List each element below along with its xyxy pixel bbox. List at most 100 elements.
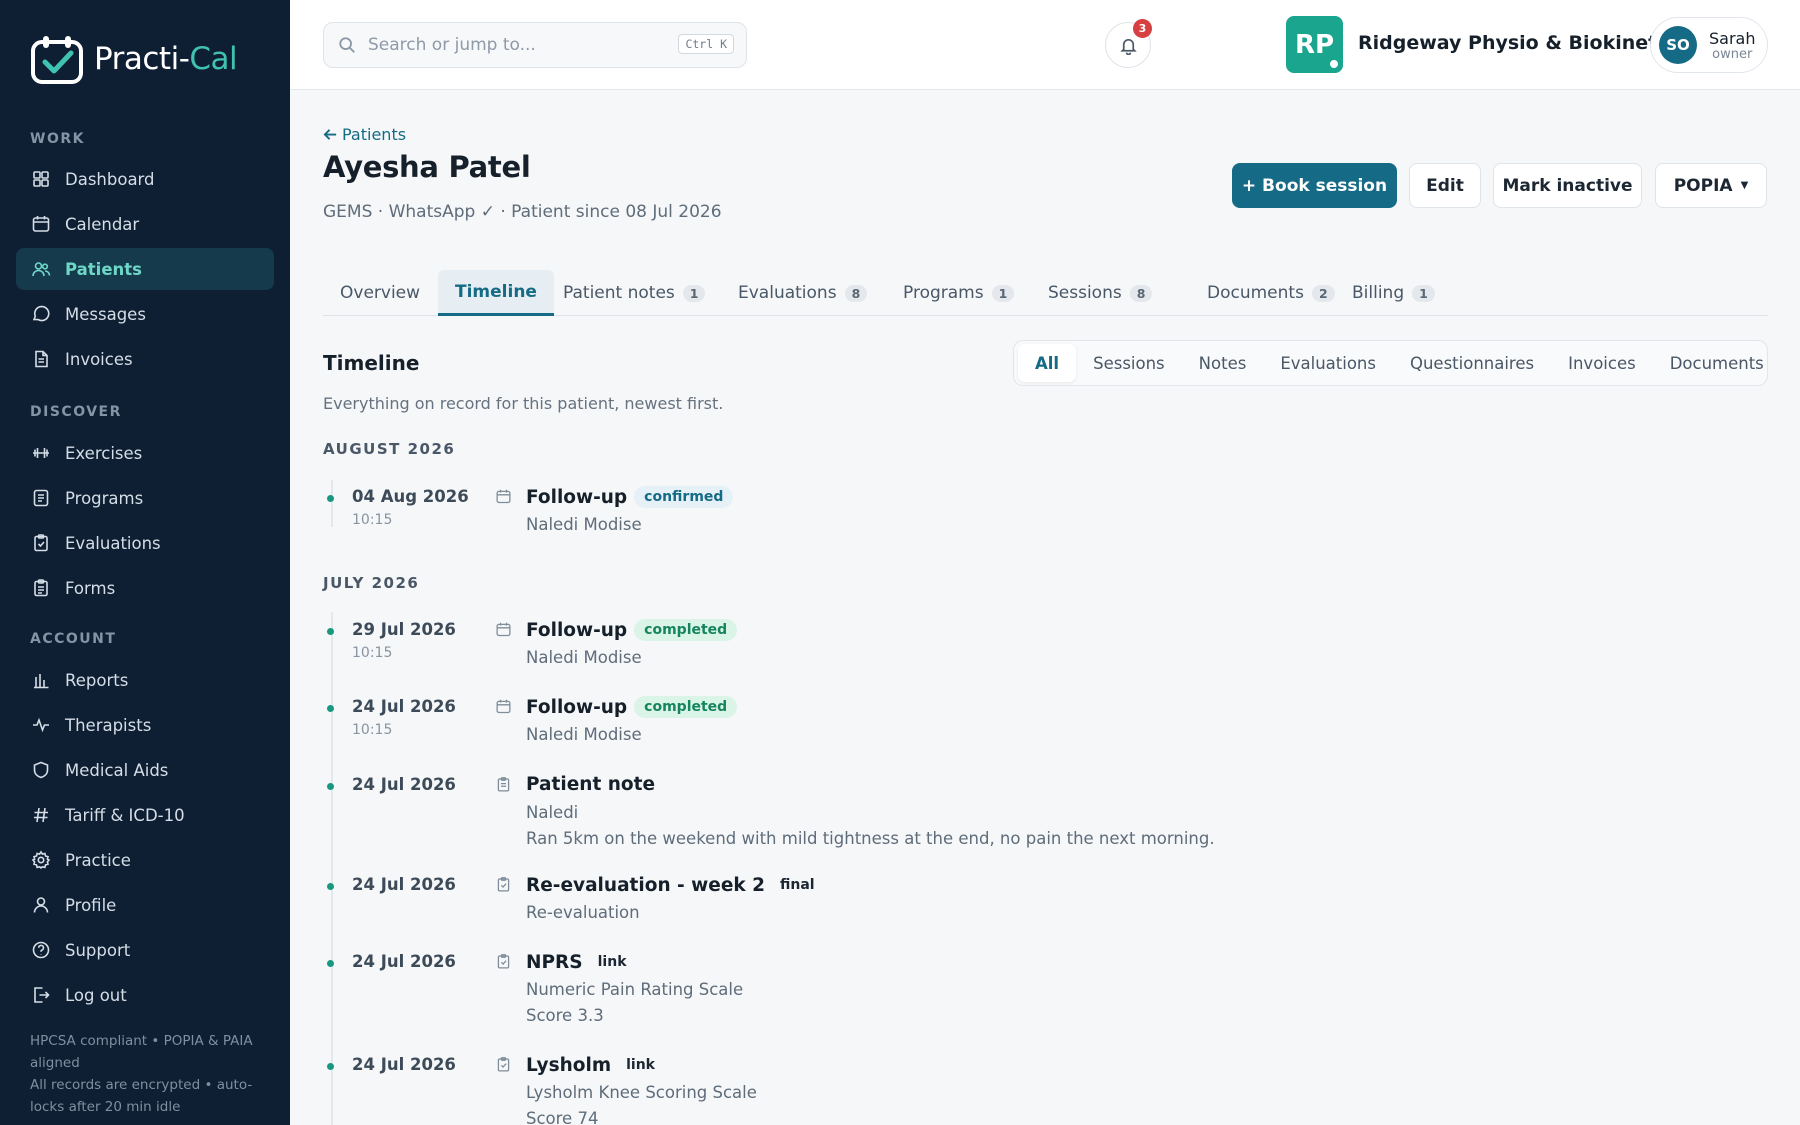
timeline-dot bbox=[327, 495, 334, 502]
calendar-icon bbox=[32, 216, 50, 232]
search-input[interactable] bbox=[368, 35, 668, 55]
entry-title-row: Follow-up confirmed bbox=[526, 486, 734, 508]
tab-documents[interactable]: Documents 2 bbox=[1190, 270, 1352, 316]
nav-section-work: WORK bbox=[30, 131, 85, 147]
tab-count-badge: 1 bbox=[682, 284, 706, 302]
sidebar-item-calendar[interactable]: Calendar bbox=[16, 203, 274, 245]
entry-type-icon bbox=[495, 698, 513, 716]
sidebar-item-label: Patients bbox=[65, 259, 142, 279]
filter-notes[interactable]: Notes bbox=[1182, 344, 1264, 382]
book-session-button[interactable]: + Book session bbox=[1232, 163, 1397, 208]
filter-documents[interactable]: Documents bbox=[1653, 344, 1781, 382]
entry-title: Follow-up bbox=[526, 619, 628, 641]
sidebar-item-label: Messages bbox=[65, 304, 146, 324]
sidebar-item-label: Dashboard bbox=[65, 169, 155, 189]
entry-title-row: Follow-up completed bbox=[526, 696, 738, 718]
nav-icon bbox=[30, 442, 52, 464]
tab-label: Overview bbox=[340, 283, 421, 303]
sidebar-item-support[interactable]: Support bbox=[16, 929, 274, 971]
calendar-icon bbox=[496, 622, 511, 637]
entry-date: 24 Jul 2026 bbox=[352, 1055, 456, 1074]
tab-billing[interactable]: Billing 1 bbox=[1335, 270, 1452, 316]
sidebar-item-dashboard[interactable]: Dashboard bbox=[16, 158, 274, 200]
search-shortcut: Ctrl K bbox=[678, 34, 734, 54]
nav-icon bbox=[30, 939, 52, 961]
sidebar-item-label: Therapists bbox=[65, 715, 152, 735]
calendar-check-logo-icon bbox=[31, 36, 83, 84]
entry-title-row: Follow-up completed bbox=[526, 619, 738, 641]
status-badge: confirmed bbox=[634, 486, 734, 508]
logout-icon bbox=[34, 987, 50, 1003]
entry-title: Lysholm bbox=[526, 1054, 612, 1076]
sidebar-item-medical-aids[interactable]: Medical Aids bbox=[16, 749, 274, 791]
entry-detail-secondary: Score 74 bbox=[526, 1109, 599, 1125]
security-note: All records are encrypted • auto-locks a… bbox=[30, 1077, 253, 1115]
nav-icon bbox=[30, 894, 52, 916]
tab-label: Programs bbox=[903, 283, 984, 303]
entry-time: 10:15 bbox=[352, 722, 393, 738]
filter-invoices[interactable]: Invoices bbox=[1551, 344, 1653, 382]
sidebar-item-practice[interactable]: Practice bbox=[16, 839, 274, 881]
practice-initials: RP bbox=[1294, 29, 1335, 60]
nav-icon bbox=[30, 348, 52, 370]
user-menu-button[interactable]: SO Sarah owner bbox=[1650, 17, 1768, 73]
timeline-dot bbox=[327, 883, 334, 890]
app-logo[interactable]: Practi-Cal bbox=[30, 34, 238, 84]
filter-questionnaires[interactable]: Questionnaires bbox=[1393, 344, 1551, 382]
sidebar-item-tariff-icd-10[interactable]: Tariff & ICD-10 bbox=[16, 794, 274, 836]
tab-label: Patient notes bbox=[563, 283, 675, 303]
entry-detail: Numeric Pain Rating Scale bbox=[526, 980, 744, 999]
sidebar-item-label: Practice bbox=[65, 850, 131, 870]
hash-icon bbox=[34, 807, 48, 823]
back-to-patients-link[interactable]: Patients bbox=[323, 125, 406, 144]
bell-icon bbox=[1119, 38, 1137, 55]
user-icon bbox=[33, 897, 49, 913]
timeline-dot bbox=[327, 960, 334, 967]
tab-overview[interactable]: Overview bbox=[323, 270, 437, 316]
status-badge: completed bbox=[634, 696, 738, 718]
sidebar-item-invoices[interactable]: Invoices bbox=[16, 338, 274, 380]
notifications-button[interactable]: 3 bbox=[1105, 19, 1152, 68]
sidebar-item-label: Forms bbox=[65, 578, 116, 598]
filter-sessions[interactable]: Sessions bbox=[1076, 344, 1182, 382]
calendar-icon bbox=[496, 489, 511, 504]
sidebar-item-therapists[interactable]: Therapists bbox=[16, 704, 274, 746]
sidebar-item-profile[interactable]: Profile bbox=[16, 884, 274, 926]
filter-all[interactable]: All bbox=[1018, 344, 1077, 382]
grid-icon bbox=[33, 171, 49, 187]
entry-type-icon bbox=[495, 953, 513, 971]
nav-icon bbox=[30, 213, 52, 235]
tab-sessions[interactable]: Sessions 8 bbox=[1031, 270, 1169, 316]
page-title: Ayesha Patel bbox=[323, 150, 531, 184]
sidebar-item-messages[interactable]: Messages bbox=[16, 293, 274, 335]
timeline-filter-group: All Sessions Notes Evaluations Questionnaire… bbox=[1013, 340, 1768, 386]
tab-patient-notes[interactable]: Patient notes 1 bbox=[546, 270, 722, 316]
sidebar-item-evaluations[interactable]: Evaluations bbox=[16, 522, 274, 564]
sidebar-item-reports[interactable]: Reports bbox=[16, 659, 274, 701]
sidebar-item-exercises[interactable]: Exercises bbox=[16, 432, 274, 474]
tab-timeline[interactable]: Timeline bbox=[438, 270, 554, 316]
entry-title-row: Re-evaluation - week 2 final bbox=[526, 874, 823, 896]
practice-logo[interactable]: RP bbox=[1286, 16, 1343, 73]
tab-evaluations[interactable]: Evaluations 8 bbox=[721, 270, 884, 316]
bar-chart-icon bbox=[34, 674, 49, 689]
sidebar-item-log-out[interactable]: Log out bbox=[16, 974, 274, 1016]
edit-button[interactable]: Edit bbox=[1409, 163, 1481, 208]
status-badge: completed bbox=[634, 619, 738, 641]
status-badge: link bbox=[597, 954, 627, 970]
search-box[interactable]: Ctrl K bbox=[323, 22, 747, 68]
sidebar-item-programs[interactable]: Programs bbox=[16, 477, 274, 519]
gear-icon bbox=[31, 850, 51, 870]
entry-type-icon bbox=[495, 1056, 513, 1074]
sidebar-item-forms[interactable]: Forms bbox=[16, 567, 274, 609]
sidebar-item-patients[interactable]: Patients bbox=[16, 248, 274, 290]
popia-dropdown-button[interactable]: POPIA ▼ bbox=[1655, 163, 1767, 208]
notification-count-badge: 3 bbox=[1133, 19, 1152, 38]
timeline-dot bbox=[327, 628, 334, 635]
filter-evaluations[interactable]: Evaluations bbox=[1263, 344, 1393, 382]
mark-inactive-button[interactable]: Mark inactive bbox=[1493, 163, 1642, 208]
entry-detail: Naledi bbox=[526, 803, 579, 822]
tab-programs[interactable]: Programs 1 bbox=[886, 270, 1031, 316]
timeline-title: Timeline bbox=[323, 351, 420, 375]
practice-name[interactable]: Ridgeway Physio & Biokinetics bbox=[1358, 32, 1686, 54]
